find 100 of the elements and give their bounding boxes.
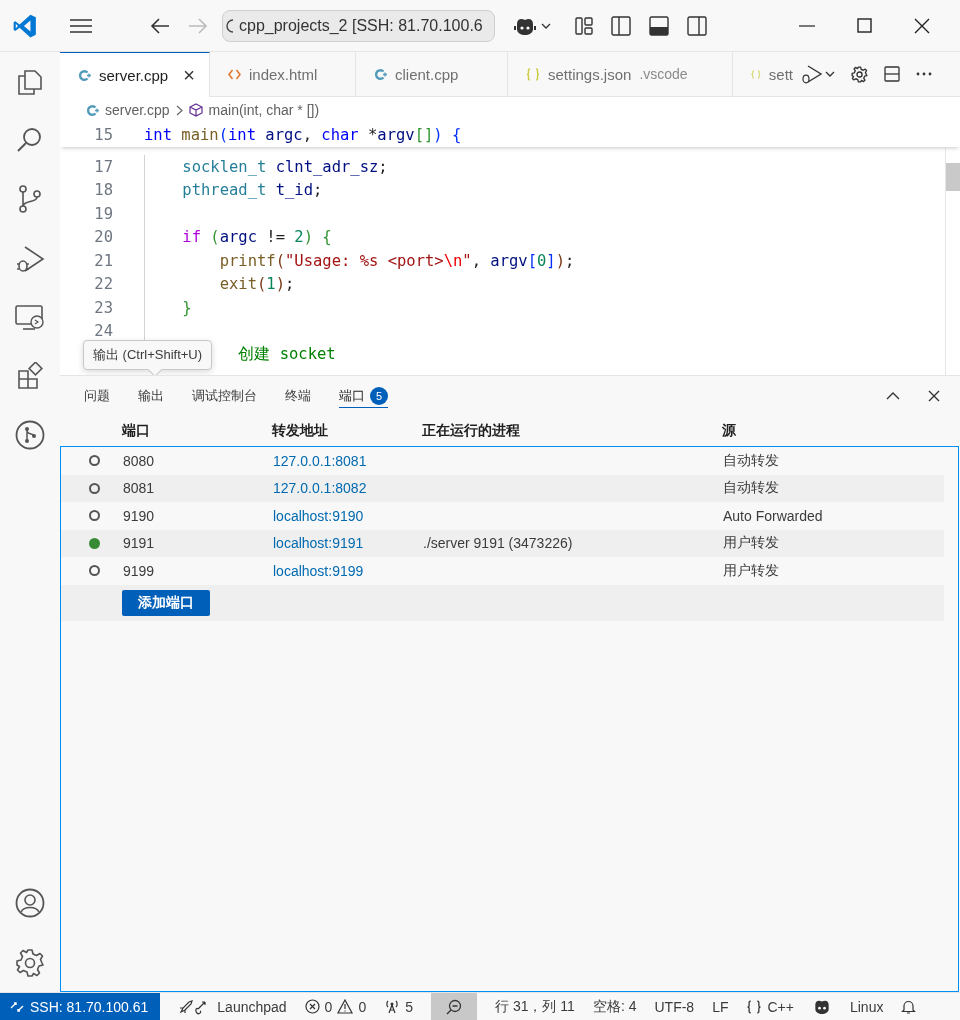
cube-icon — [188, 103, 203, 117]
zoom-out-icon — [446, 998, 462, 1015]
scrollbar-thumb[interactable] — [946, 163, 960, 191]
maximize-icon[interactable] — [857, 18, 872, 33]
code-line: int main(int argc, char *argv[]) { — [144, 126, 462, 144]
app-logo-icon — [12, 12, 38, 39]
split-editor-icon[interactable] — [884, 66, 900, 82]
table-cell-text: 9190 — [123, 507, 156, 524]
code-brackets-icon — [228, 68, 241, 80]
bell-icon[interactable] — [901, 998, 917, 1015]
error-icon[interactable] — [304, 999, 320, 1014]
remote-indicator[interactable]: SSH: 81.70.100.61 — [0, 993, 161, 1020]
cursor-position[interactable]: 行 31，列 11 — [495, 997, 575, 1016]
tab-label: index.html — [249, 65, 318, 83]
code-line: exit(1); — [144, 272, 295, 296]
caret-icon[interactable] — [825, 71, 835, 77]
antenna-icon[interactable] — [384, 999, 401, 1014]
extensions-icon[interactable] — [16, 362, 44, 390]
line-number: 19 — [93, 204, 114, 223]
address-link[interactable]: 127.0.0.1:8081 — [273, 452, 423, 469]
files-icon[interactable] — [16, 68, 44, 96]
settings-icon[interactable] — [15, 948, 45, 978]
layout-icon[interactable] — [575, 16, 593, 35]
line-number: 18 — [93, 181, 114, 200]
arc-icon — [225, 18, 233, 33]
ports-count[interactable]: 5 — [405, 998, 413, 1015]
code-line: printf("Usage: %s <port>\n", argv[0]); — [144, 249, 575, 273]
minimize-icon[interactable] — [799, 24, 815, 27]
column-header: 正在运行的进程 — [422, 422, 521, 440]
account-icon[interactable] — [15, 888, 45, 918]
line-number: 24 — [93, 322, 114, 341]
table-cell-text: Auto Forwarded — [723, 507, 824, 524]
column-header: 源 — [722, 422, 737, 440]
remote-label: SSH: 81.70.100.61 — [30, 998, 149, 1015]
error-count[interactable]: 0 — [324, 998, 333, 1015]
editor-tab[interactable]: client.cpp — [356, 52, 508, 96]
table-cell-text: 9191 — [123, 535, 156, 552]
chevron-right-icon — [175, 104, 183, 116]
add-port-button[interactable]: 添加端口 — [122, 589, 210, 616]
table-cell-text: 自动转发 — [723, 451, 780, 470]
source-control-icon[interactable] — [16, 184, 44, 214]
table-cell-text: 用户转发 — [723, 561, 780, 580]
column-header: 转发地址 — [272, 422, 329, 440]
run-debug-icon[interactable] — [15, 244, 45, 274]
os-label[interactable]: Linux — [849, 998, 884, 1015]
tab-label: server.cpp — [99, 66, 169, 84]
language-mode[interactable]: C++ — [767, 998, 794, 1015]
address-link[interactable]: localhost:9191 — [273, 535, 423, 552]
table-cell-text: 9199 — [123, 562, 156, 579]
line-number: 17 — [93, 157, 114, 176]
indentation-setting[interactable]: 空格: 4 — [592, 997, 637, 1016]
settings-icon[interactable] — [851, 65, 868, 83]
right-sidebar-icon[interactable] — [687, 15, 707, 36]
caret-icon[interactable] — [541, 22, 551, 29]
close-icon[interactable] — [928, 390, 940, 402]
cpp-file-icon — [86, 103, 99, 117]
zoom-out-button[interactable] — [431, 993, 477, 1020]
run-debug-icon[interactable] — [801, 64, 823, 84]
breadcrumb-item[interactable]: server.cpp — [105, 102, 170, 118]
more-icon[interactable] — [916, 72, 932, 76]
tab-label: 端口 — [339, 386, 365, 405]
encoding-setting[interactable]: UTF-8 — [654, 998, 695, 1015]
left-sidebar-icon[interactable] — [611, 15, 631, 36]
git-graph-icon[interactable] — [15, 420, 45, 450]
curly-braces-icon — [751, 67, 761, 81]
chevron-up-icon[interactable] — [886, 392, 900, 400]
search-icon[interactable] — [16, 126, 44, 154]
table-cell-text: 8081 — [123, 480, 156, 497]
tab-description: .vscode — [639, 66, 688, 82]
command-center[interactable]: cpp_projects_2 [SSH: 81.70.100.6 — [222, 9, 495, 42]
code-line: socklen_t clnt_adr_sz; — [144, 155, 388, 179]
address-link[interactable]: localhost:9190 — [273, 507, 423, 524]
warning-icon[interactable] — [337, 999, 354, 1014]
table-cell-text: 8080 — [123, 452, 156, 469]
close-icon[interactable] — [914, 17, 930, 34]
launchpad-label[interactable]: Launchpad — [217, 998, 287, 1015]
tab-label: settings.json — [548, 65, 632, 83]
table-cell-text: 用户转发 — [723, 534, 780, 553]
curly-braces-icon[interactable] — [746, 999, 763, 1014]
address-link[interactable]: 127.0.0.1:8082 — [273, 480, 423, 497]
editor-tab[interactable]: server.cpp × — [60, 52, 210, 97]
panel-toggle-icon[interactable] — [649, 15, 669, 36]
menu-icon[interactable] — [69, 17, 93, 34]
warning-count[interactable]: 0 — [358, 998, 367, 1015]
editor-tab[interactable]: sett — [733, 52, 793, 96]
line-number: 15 — [93, 126, 114, 144]
panel-tab[interactable]: 端口 5 — [339, 384, 388, 408]
tab-label: sett — [768, 65, 793, 83]
cpp-file-icon — [78, 68, 91, 82]
line-number: 21 — [93, 251, 114, 270]
editor-tab[interactable]: settings.json .vscode — [508, 52, 733, 96]
count-badge: 5 — [370, 386, 388, 405]
line-ending-setting[interactable]: LF — [712, 998, 729, 1015]
remote-explorer-icon[interactable] — [15, 304, 45, 332]
table-cell-text: ./server 9191 (3473226) — [423, 535, 574, 552]
breadcrumb-item[interactable]: main(int, char * []) — [208, 102, 320, 118]
editor-tab[interactable]: index.html — [210, 52, 356, 96]
address-link[interactable]: localhost:9199 — [273, 562, 423, 579]
back-arrow-icon[interactable] — [150, 16, 170, 35]
close-tab-button[interactable]: × — [183, 65, 195, 85]
